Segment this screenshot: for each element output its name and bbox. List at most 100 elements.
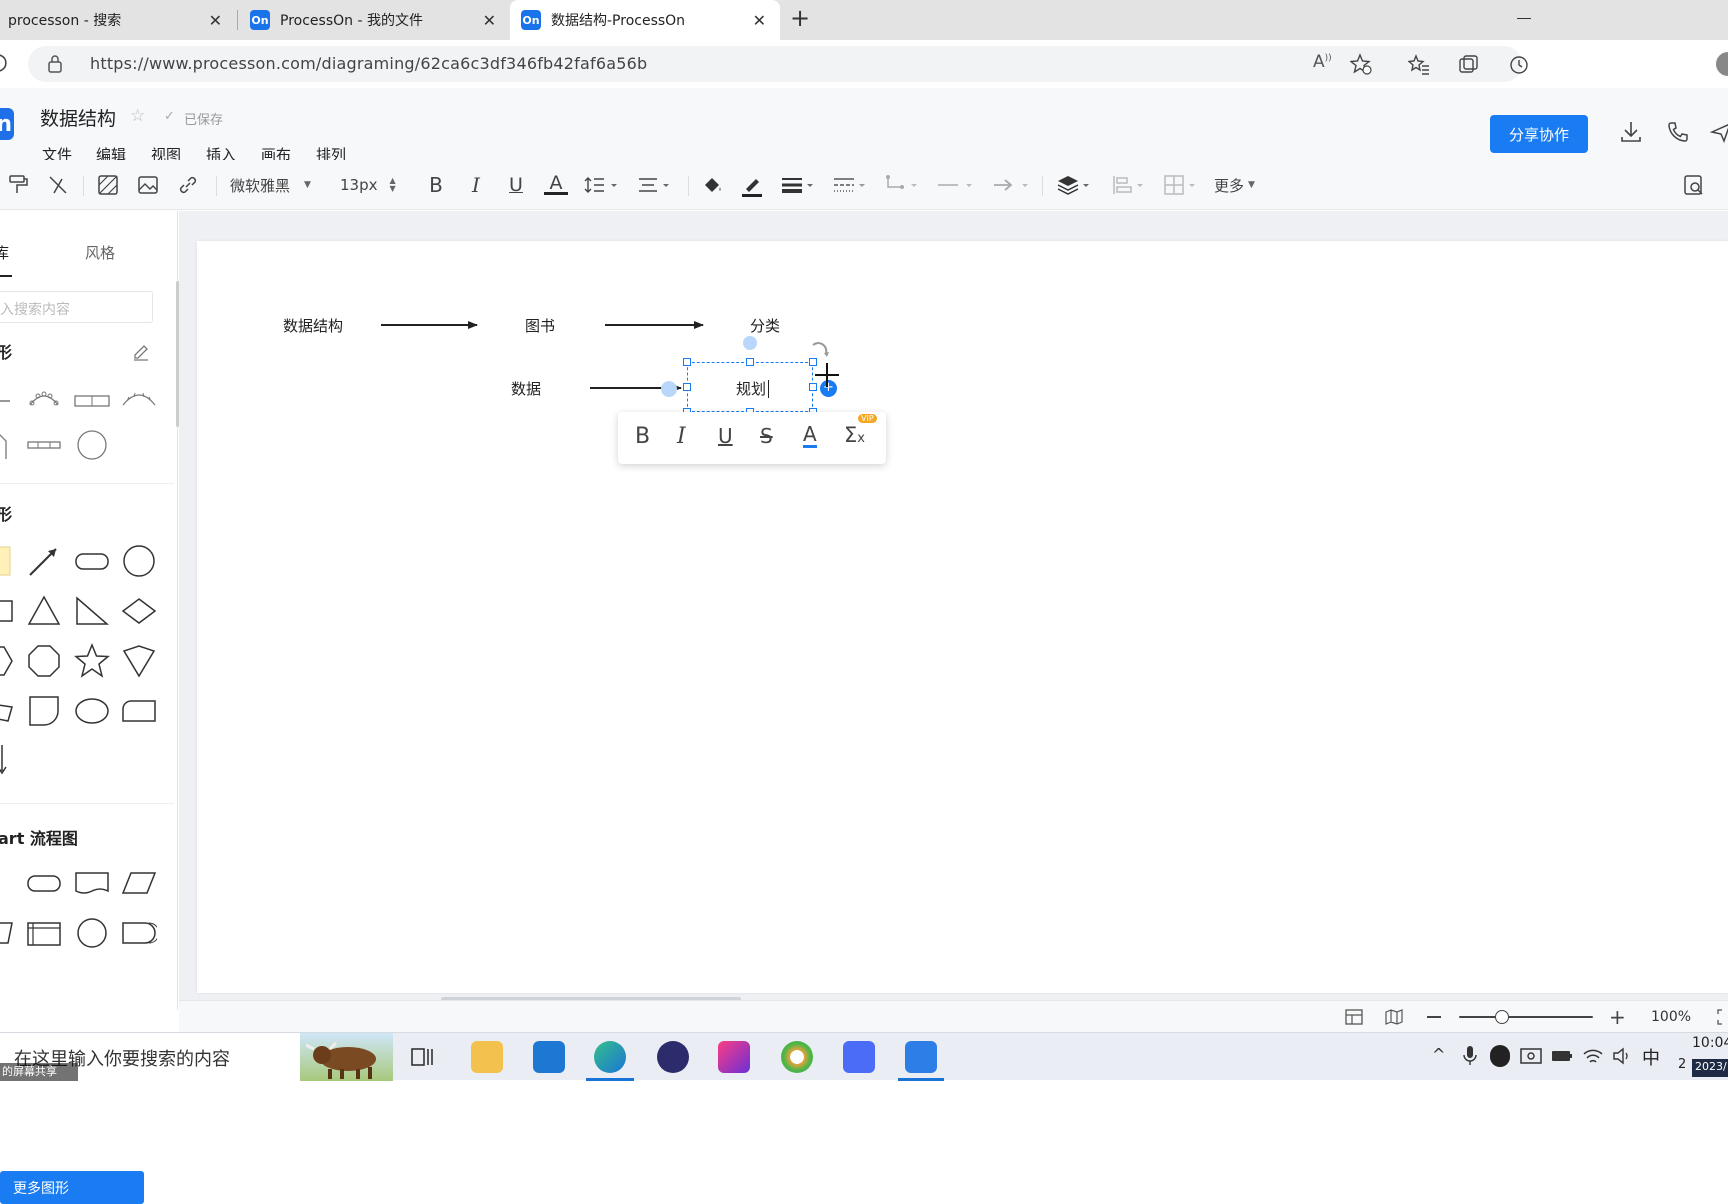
node-data[interactable]: 数据 [511, 378, 541, 399]
delay-shape-icon[interactable] [121, 915, 157, 951]
bar-shape-icon[interactable] [26, 427, 62, 463]
document-shape-icon[interactable] [74, 865, 110, 901]
photo-viewer-icon[interactable] [905, 1041, 937, 1073]
rectangle-shape-icon[interactable] [0, 593, 14, 629]
rounded-rect-shape-icon[interactable] [74, 543, 110, 579]
formula-icon[interactable]: Σx [844, 423, 865, 447]
mail-icon[interactable] [533, 1041, 565, 1073]
terminator-shape-icon[interactable] [26, 865, 62, 901]
node-data-structure[interactable]: 数据结构 [283, 315, 343, 336]
arc-shape-icon[interactable] [121, 383, 157, 419]
screen-capture-icon[interactable] [1520, 1046, 1542, 1066]
node-planning-editing[interactable]: 规划 [736, 378, 766, 399]
align-icon[interactable] [636, 173, 672, 197]
microphone-icon[interactable] [1462, 1045, 1478, 1067]
photos-app-icon[interactable] [781, 1041, 813, 1073]
send-icon[interactable] [1710, 121, 1728, 143]
new-tab-button[interactable]: + [790, 4, 810, 32]
intellij-idea-icon[interactable] [718, 1041, 750, 1073]
ellipse-shape-icon[interactable] [74, 693, 110, 729]
edge-browser-icon[interactable] [594, 1041, 626, 1073]
chevron-shape-icon[interactable] [0, 865, 14, 901]
zoom-out-icon[interactable] [1427, 1016, 1441, 1018]
resize-handle[interactable] [746, 358, 754, 366]
resize-handle[interactable] [683, 358, 691, 366]
find-replace-icon[interactable] [1682, 173, 1706, 197]
italic-icon[interactable]: I [464, 173, 488, 197]
connector-circle-shape-icon[interactable] [74, 915, 110, 951]
clock-time[interactable]: 10:04 [1692, 1035, 1728, 1051]
arrow-line-shape-icon[interactable] [26, 543, 62, 579]
bold-icon[interactable]: B [424, 173, 448, 197]
parallelogram-shape-icon[interactable] [121, 865, 157, 901]
tab-my-files[interactable]: On ProcessOn - 我的文件 ✕ [238, 0, 510, 40]
date-badge[interactable]: 2023/ [1692, 1059, 1728, 1077]
zoom-level[interactable]: 100% [1651, 1009, 1691, 1025]
phone-icon[interactable] [1666, 120, 1690, 144]
history-icon[interactable] [1508, 54, 1530, 76]
fill-pattern-icon[interactable] [96, 173, 120, 197]
image-icon[interactable] [136, 173, 160, 197]
italic-icon[interactable]: I [677, 424, 686, 449]
font-color-icon[interactable]: A [544, 172, 568, 195]
manual-operation-shape-icon[interactable] [0, 915, 14, 951]
close-icon[interactable]: ✕ [753, 11, 766, 30]
line-start-icon[interactable] [936, 173, 976, 197]
hexagon-shape-icon[interactable] [0, 643, 14, 679]
trapezoid-shape-icon[interactable] [0, 693, 14, 729]
format-painter-icon[interactable] [6, 173, 30, 197]
share-collaborate-button[interactable]: 分享协作 [1490, 115, 1588, 153]
line-style-icon[interactable] [832, 173, 868, 197]
circle-shape-icon[interactable] [74, 427, 110, 463]
font-family-select[interactable]: 微软雅黑 ▼ [230, 173, 318, 197]
file-explorer-icon[interactable] [471, 1041, 503, 1073]
document-title[interactable]: 数据结构 [40, 104, 116, 131]
star-shape-icon[interactable] [74, 643, 110, 679]
input-method-indicator[interactable]: 中 [1642, 1044, 1660, 1070]
layers-icon[interactable] [1056, 173, 1092, 197]
tab-library[interactable]: 库 [0, 242, 9, 263]
url-text[interactable]: https://www.processon.com/diagraming/62c… [90, 54, 647, 73]
fullscreen-icon[interactable] [1717, 1009, 1728, 1025]
favorites-icon[interactable] [1408, 54, 1430, 76]
processon-logo[interactable]: n [0, 108, 14, 140]
line-width-icon[interactable] [780, 173, 816, 197]
note-shape-icon[interactable] [0, 543, 14, 579]
close-icon[interactable]: ✕ [209, 11, 222, 30]
tab-diagram-active[interactable]: On 数据结构-ProcessOn ✕ [510, 0, 780, 40]
font-size-stepper[interactable]: 13px ▲ ▼ [340, 173, 402, 197]
node-books[interactable]: 图书 [525, 315, 555, 336]
drawing-canvas[interactable]: 数据结构 图书 分类 数据 规划 + B I U S A Σx VIP [197, 241, 1728, 993]
right-triangle-shape-icon[interactable] [74, 593, 110, 629]
profile-avatar[interactable] [1716, 52, 1728, 76]
line-shape-icon[interactable] [0, 383, 22, 419]
down-arrow-shape-icon[interactable] [0, 743, 14, 779]
download-icon[interactable] [1619, 120, 1643, 144]
tab-style[interactable]: 风格 [85, 242, 115, 263]
connector-type-icon[interactable] [884, 173, 920, 197]
link-icon[interactable] [176, 173, 200, 197]
fill-color-icon[interactable] [700, 173, 724, 197]
wifi-icon[interactable] [1582, 1046, 1604, 1066]
strikethrough-icon[interactable]: S [760, 424, 773, 448]
resize-handle[interactable] [683, 383, 691, 391]
underline-icon[interactable]: U [718, 424, 733, 448]
line-color-icon[interactable] [740, 173, 764, 197]
rounded-corner-rect-shape-icon[interactable] [121, 693, 157, 729]
battery-icon[interactable] [1551, 1048, 1573, 1064]
edit-icon[interactable] [132, 343, 150, 361]
more-menu-button[interactable]: 更多 ▼ [1214, 173, 1264, 197]
inverted-pentagon-shape-icon[interactable] [121, 643, 157, 679]
close-icon[interactable]: ✕ [483, 11, 496, 30]
zoom-slider-handle[interactable] [1495, 1010, 1509, 1024]
shield-shape-icon[interactable] [26, 693, 62, 729]
rotate-icon[interactable] [809, 341, 831, 361]
volume-icon[interactable] [1612, 1046, 1632, 1066]
show-hidden-icons-icon[interactable]: ^ [1432, 1045, 1445, 1064]
notes-app-icon[interactable] [843, 1041, 875, 1073]
bold-icon[interactable]: B [635, 424, 650, 449]
underline-icon[interactable]: U [504, 173, 528, 197]
qq-icon[interactable] [1490, 1045, 1510, 1067]
clear-format-icon[interactable] [46, 173, 70, 197]
map-icon[interactable] [1385, 1009, 1403, 1025]
